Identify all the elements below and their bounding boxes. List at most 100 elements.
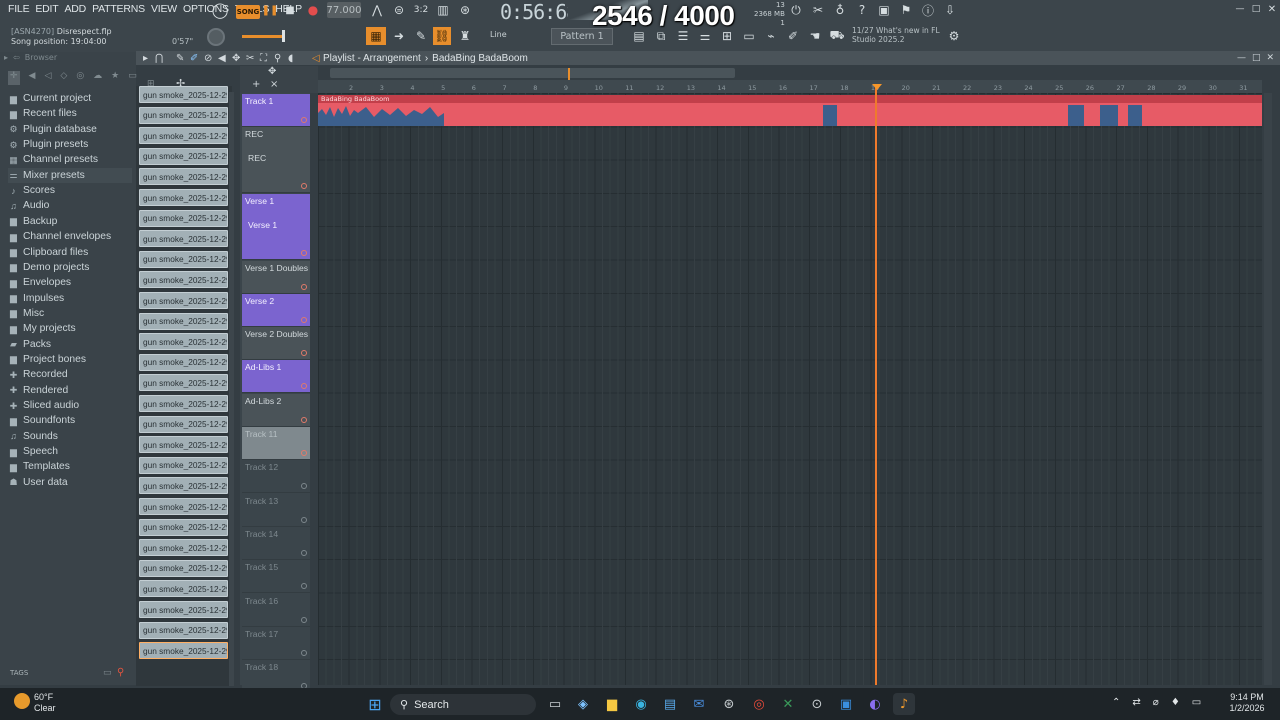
ruler-bar-number[interactable]: 10 <box>595 84 603 92</box>
step-edit-icon[interactable]: ▥ <box>433 1 453 19</box>
photos-icon[interactable]: ▣ <box>835 693 857 715</box>
task-view-icon[interactable]: ▭ <box>544 693 566 715</box>
ruler-bar-number[interactable]: 7 <box>503 84 507 92</box>
settings-icon[interactable]: ⚙ <box>944 27 964 45</box>
ruler-bar-number[interactable]: 29 <box>1178 84 1186 92</box>
channel-button[interactable]: gun smoke_2025-12-29... <box>139 250 228 268</box>
channel-button[interactable]: gun smoke_2025-12-29... <box>139 86 228 103</box>
track-record-icon[interactable] <box>301 649 307 656</box>
track-record-icon[interactable] <box>301 183 307 190</box>
track-record-icon[interactable] <box>301 316 307 323</box>
track-header[interactable]: Track 13 <box>242 493 310 527</box>
song-time-display[interactable]: 0:56:68 <box>500 0 578 24</box>
track-header[interactable]: Track 15 <box>242 560 310 594</box>
menu-add[interactable]: ADD <box>65 3 87 17</box>
playhead[interactable] <box>875 84 877 685</box>
channel-button[interactable]: gun smoke_2025-12-29... <box>139 601 228 618</box>
browser-item[interactable]: ▆ Speech <box>8 444 58 459</box>
close-icon[interactable]: ✕ <box>1262 0 1280 18</box>
ruler-bar-number[interactable]: 31 <box>1239 84 1247 92</box>
help-icon[interactable]: ? <box>852 1 872 19</box>
playlist-horizontal-scrollbar[interactable] <box>330 68 735 78</box>
ruler-bar-number[interactable]: 28 <box>1147 84 1155 92</box>
ruler-bar-number[interactable]: 4 <box>410 84 414 92</box>
ruler-bar-number[interactable]: 23 <box>994 84 1002 92</box>
channel-button[interactable]: gun smoke_2025-12-29... <box>139 580 228 598</box>
track-header[interactable]: Track 16 <box>242 593 310 627</box>
browser-item[interactable]: ⚌ Mixer presets <box>8 167 132 183</box>
channel-button[interactable]: gun smoke_2025-12-29... <box>139 353 228 371</box>
channel-button[interactable]: gun smoke_2025-12-29... <box>139 395 228 412</box>
browser-item[interactable]: ✚ Recorded <box>8 367 68 382</box>
track-record-icon[interactable] <box>301 549 307 556</box>
browser-item[interactable]: ▆ Envelopes <box>8 275 71 290</box>
ruler-bar-number[interactable]: 20 <box>902 84 910 92</box>
browser-cloud-icon[interactable]: ☁ <box>93 71 102 85</box>
plug-icon[interactable]: ⌁ <box>761 27 781 45</box>
channel-button[interactable]: gun smoke_2025-12-29... <box>139 621 228 639</box>
excel-icon[interactable]: ✕ <box>777 693 799 715</box>
ruler-bar-number[interactable]: 21 <box>932 84 940 92</box>
track-header[interactable]: Track 14 <box>242 526 310 560</box>
channel-button[interactable]: gun smoke_2025-12-29... <box>139 209 228 227</box>
track-header[interactable]: Track 12 <box>242 460 310 494</box>
mute-tool-icon[interactable]: ◀ <box>218 53 226 64</box>
browser-item[interactable]: ▆ Recent files <box>8 106 77 121</box>
channel-button[interactable]: gun smoke_2025-12-29... <box>139 230 228 248</box>
ruler-bar-number[interactable]: 13 <box>687 84 695 92</box>
channel-button[interactable]: gun smoke_2025-12-29... <box>139 456 228 474</box>
browser-item[interactable]: ▆ Impulses <box>8 291 64 306</box>
menu-edit[interactable]: EDIT <box>35 3 58 17</box>
track-header[interactable]: Track 11 <box>242 427 310 460</box>
link-icon[interactable]: ⛓ <box>433 27 451 45</box>
mic-icon[interactable]: ♁ <box>830 1 850 19</box>
browser-item[interactable]: ☗ User data <box>8 475 67 490</box>
track-record-icon[interactable] <box>301 283 307 290</box>
channel-rack-icon[interactable]: ⧉ <box>651 27 671 45</box>
channel-button[interactable]: gun smoke_2025-12-29... <box>139 292 228 309</box>
playlist-minimize-icon[interactable]: — <box>1237 53 1246 63</box>
news-panel[interactable]: 11/27 What's new in FL Studio 2025.2 <box>852 26 940 44</box>
pattern-selector[interactable]: Pattern 1 <box>551 28 613 45</box>
ruler-bar-number[interactable]: 27 <box>1117 84 1125 92</box>
discord-icon[interactable]: ◐ <box>864 693 886 715</box>
ruler-bar-number[interactable]: 26 <box>1086 84 1094 92</box>
tray-wifi-off-icon[interactable]: ⌀ <box>1153 697 1159 708</box>
ruler-bar-number[interactable]: 24 <box>1024 84 1032 92</box>
channel-button[interactable]: gun smoke_2025-12-29... <box>139 559 228 577</box>
ruler-bar-number[interactable]: 2 <box>349 84 353 92</box>
zoom-tool-icon[interactable]: ⚲ <box>274 53 281 64</box>
ruler-bar-number[interactable]: 5 <box>441 84 445 92</box>
tray-display-icon[interactable]: ▭ <box>1192 697 1201 708</box>
browser-item[interactable]: ▆ Soundfonts <box>8 413 75 428</box>
browser-item[interactable]: ▆ Current project <box>8 91 91 106</box>
track-record-icon[interactable] <box>301 117 307 123</box>
playlist-icon[interactable]: ▦ <box>366 27 386 45</box>
tempo-display[interactable]: 77.000 <box>327 2 362 18</box>
channel-button[interactable]: gun smoke_2025-12-29... <box>139 436 228 454</box>
ruler-bar-number[interactable]: 8 <box>533 84 537 92</box>
channel-button[interactable]: gun smoke_2025-12-29... <box>139 477 228 495</box>
export-icon[interactable]: ⇩ <box>940 1 960 19</box>
track-header[interactable]: Verse 1 Verse 1 <box>242 193 310 260</box>
channel-button[interactable]: gun smoke_2025-12-29... <box>139 147 228 165</box>
save-icon[interactable]: ▣ <box>874 1 894 19</box>
outlook-icon[interactable]: ✉ <box>688 693 710 715</box>
slider-handle[interactable] <box>282 30 285 42</box>
track-header[interactable]: REC REC <box>242 127 310 194</box>
browser-item[interactable]: ♫ Sounds <box>8 429 58 444</box>
playhead-marker[interactable] <box>872 84 882 90</box>
pause-icon[interactable]: ❚❚ <box>260 1 280 19</box>
channel-button[interactable]: gun smoke_2025-12-29... <box>139 312 228 330</box>
tray-overflow-icon[interactable]: ⌃ <box>1112 697 1120 708</box>
weather-icon[interactable] <box>14 693 30 709</box>
browser-view-icon[interactable]: ▭ <box>128 71 137 85</box>
info-icon[interactable]: ⓘ <box>918 1 938 19</box>
track-record-icon[interactable] <box>301 416 307 423</box>
store-icon[interactable]: ▤ <box>659 693 681 715</box>
track-record-icon[interactable] <box>301 483 307 490</box>
loop-record-icon[interactable]: ⊛ <box>455 1 475 19</box>
ruler-bar-number[interactable]: 30 <box>1209 84 1217 92</box>
playlist-close-icon[interactable]: ✕ <box>1267 53 1275 63</box>
track-header[interactable]: Verse 2 <box>242 293 310 327</box>
